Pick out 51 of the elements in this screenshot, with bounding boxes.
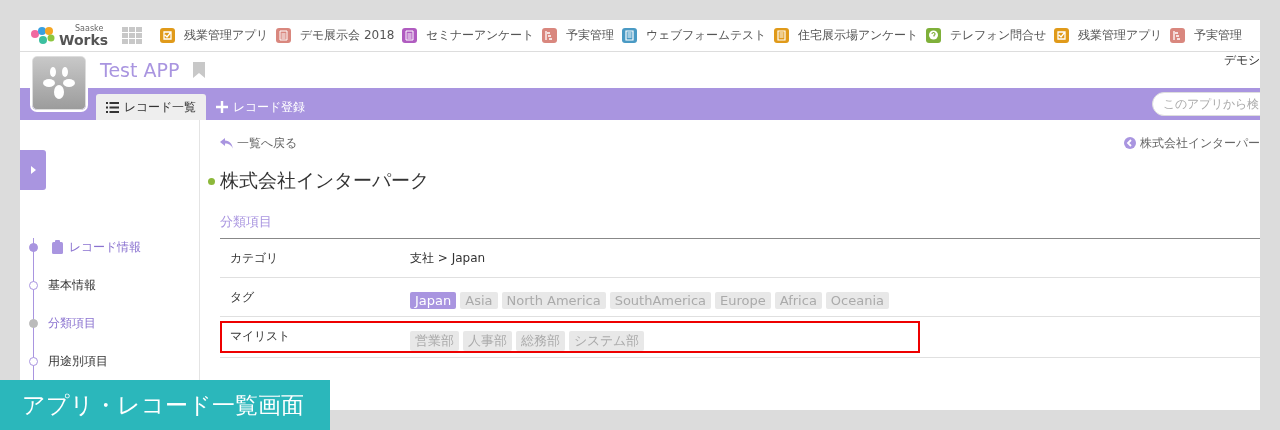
tag: 営業部	[410, 331, 459, 351]
sidebar-item[interactable]: 基本情報	[48, 276, 96, 294]
app-icon	[32, 56, 86, 110]
app-title: Test APP	[100, 59, 180, 81]
app-shortcut[interactable]: 予実管理	[1170, 27, 1243, 44]
sidebar-item[interactable]: 分類項目	[48, 314, 96, 332]
app-shortcut[interactable]: 予実管理	[542, 27, 615, 44]
tag: Europe	[715, 292, 771, 309]
app-shortcut[interactable]: 住宅展示場アンケート	[774, 27, 919, 44]
tag: Asia	[460, 292, 498, 309]
field-label: タグ	[230, 289, 255, 306]
app-shortcut[interactable]: ウェブフォームテスト	[622, 27, 767, 44]
sidebar-item[interactable]: レコード情報	[69, 238, 141, 256]
reply-arrow-icon	[220, 137, 233, 149]
bookmark-icon[interactable]	[193, 62, 206, 78]
field-label: カテゴリ	[230, 250, 279, 267]
search-field[interactable]: このアプリから検	[1152, 92, 1260, 116]
tag: North America	[501, 292, 606, 309]
user-name[interactable]: デモシ	[1224, 52, 1260, 69]
app-shortcut[interactable]: 残業管理アプリ	[1054, 27, 1163, 44]
field-label: マイリスト	[230, 328, 291, 345]
list-icon	[106, 101, 119, 113]
record-title: 株式会社インターパーク	[220, 168, 429, 193]
app-shortcut[interactable]: デモ展示会 2018	[276, 27, 395, 44]
app-shortcut[interactable]: 残業管理アプリ	[160, 27, 269, 44]
logo-icon	[30, 25, 56, 46]
caption-banner: アプリ・レコード一覧画面	[0, 380, 330, 430]
clipboard-icon	[52, 240, 63, 254]
tab[interactable]: レコード一覧	[96, 94, 206, 120]
tag: 人事部	[463, 331, 512, 351]
field-value: 支社 > Japan	[410, 250, 486, 267]
app-grid-icon[interactable]	[122, 26, 143, 45]
section-title: 分類項目	[220, 213, 273, 231]
tag: Africa	[774, 292, 822, 309]
chevron-left-icon	[1124, 137, 1136, 149]
back-link[interactable]: 一覧へ戻る	[220, 134, 297, 152]
previous-record-link[interactable]: 株式会社インターパー	[1124, 134, 1260, 152]
tag: Oceania	[825, 292, 889, 309]
tag: Japan	[410, 292, 457, 309]
tag: SouthAmerica	[609, 292, 712, 309]
tag: システム部	[569, 331, 644, 351]
brand-subtitle: Saaske	[75, 24, 105, 33]
status-dot	[208, 177, 215, 185]
sidebar-toggle[interactable]	[20, 150, 46, 190]
app-shortcut[interactable]: テレフォン問合せ	[926, 27, 1047, 44]
brand-name: Works	[59, 32, 109, 47]
tag: 総務部	[516, 331, 565, 351]
app-shortcut[interactable]: セミナーアンケート	[402, 27, 535, 44]
caret-icon	[30, 166, 36, 174]
plus-icon	[216, 101, 228, 113]
sidebar-item[interactable]: 用途別項目	[48, 352, 108, 370]
